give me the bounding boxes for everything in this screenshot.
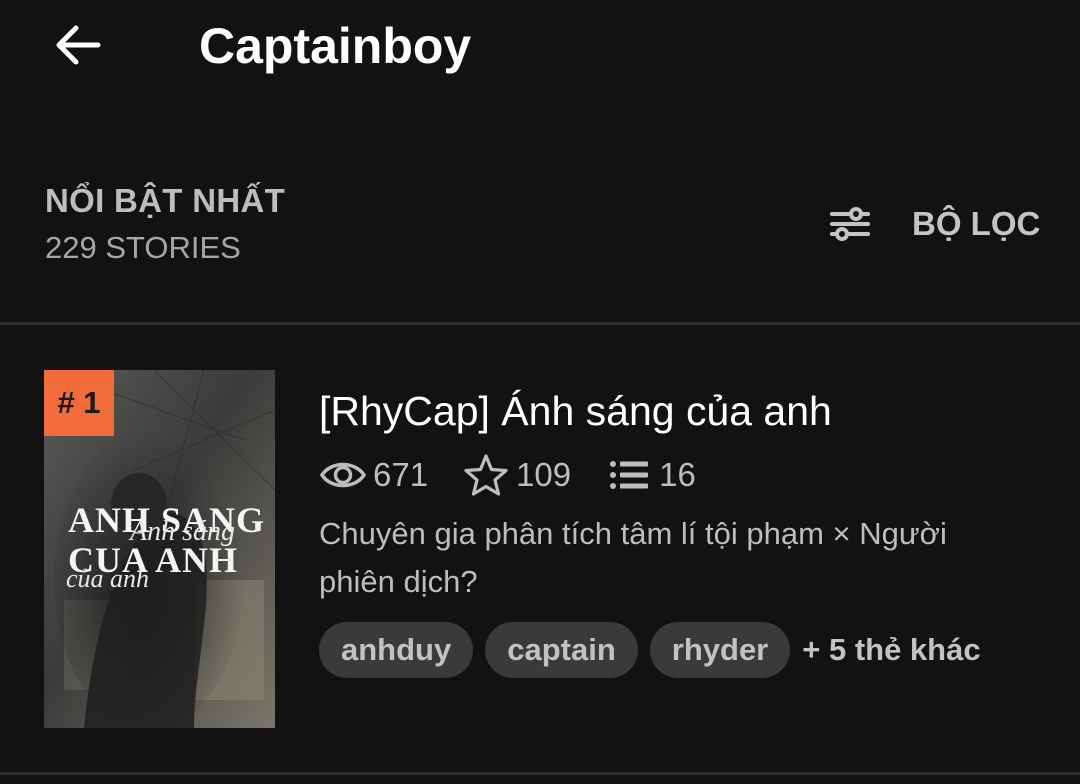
list-icon: [610, 461, 649, 489]
back-button[interactable]: [50, 20, 106, 70]
tag-chip[interactable]: rhyder: [649, 622, 791, 678]
cover-script-title: Ánh sáng: [130, 516, 235, 547]
parts-stat: 16: [605, 453, 696, 497]
eye-icon: [319, 462, 367, 488]
more-tags-link[interactable]: + 5 thẻ khác: [802, 632, 980, 668]
reads-stat: 671: [319, 453, 428, 497]
tag-list: anhduy captain rhyder + 5 thẻ khác: [319, 622, 981, 678]
star-icon: [464, 454, 508, 496]
tag-chip[interactable]: captain: [485, 622, 638, 678]
votes-count: 109: [516, 456, 572, 493]
filter-button[interactable]: BỘ LỌC: [826, 196, 1046, 252]
story-card[interactable]: # 1 ANH SANG CUA ANH Ánh sáng của anh [Rh…: [0, 330, 1080, 770]
story-title[interactable]: [RhyCap] Ánh sáng của anh: [319, 388, 832, 435]
rank-badge: # 1: [44, 370, 114, 436]
story-stats: 671 109 16: [319, 452, 730, 498]
story-count: 229 STORIES: [45, 230, 241, 265]
section-title: NỔI BẬT NHẤT: [45, 182, 286, 219]
parts-count: 16: [659, 456, 696, 493]
story-description: Chuyên gia phân tích tâm lí tội phạm × N…: [319, 516, 947, 599]
section-header: NỔI BẬT NHẤT 229 STORIES BỘ LỌC: [0, 170, 1080, 280]
cover-script-subtitle: của anh: [66, 564, 150, 593]
votes-stat: 109: [462, 453, 571, 497]
story-cover[interactable]: # 1 ANH SANG CUA ANH Ánh sáng của anh: [44, 370, 275, 728]
reads-count: 671: [373, 456, 429, 493]
sliders-icon: [830, 207, 870, 241]
filter-label: BỘ LỌC: [912, 205, 1041, 242]
page-title: Captainboy: [199, 18, 472, 74]
tag-chip[interactable]: anhduy: [319, 622, 474, 678]
divider: [0, 772, 1080, 775]
app-bar: Captainboy: [0, 0, 1080, 100]
arrow-left-icon: [56, 25, 101, 65]
divider: [0, 322, 1080, 325]
